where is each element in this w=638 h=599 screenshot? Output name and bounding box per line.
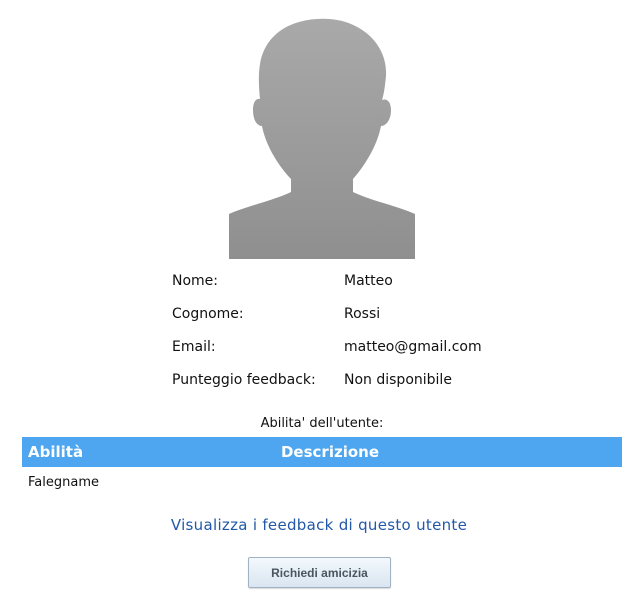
surname-label: Cognome: [172, 305, 244, 322]
feedback-score-label: Punteggio feedback: [172, 371, 316, 388]
profile-info-table: Nome: Matteo Cognome: Rossi Email: matte… [172, 264, 482, 396]
description-cell [148, 467, 622, 497]
feedback-score-value: Non disponibile [344, 371, 452, 388]
skills-caption: Abilita' dell'utente: [260, 416, 384, 431]
avatar-icon [229, 18, 415, 259]
table-row: Falegname [22, 467, 622, 497]
profile-row-feedback-score: Punteggio feedback: Non disponibile [172, 363, 482, 396]
surname-value: Rossi [344, 305, 381, 322]
profile-row-surname: Cognome: Rossi [172, 297, 482, 330]
email-value: matteo@gmail.com [344, 338, 482, 355]
name-value: Matteo [344, 272, 393, 289]
skills-column-description: Descrizione [148, 437, 622, 467]
name-label: Nome: [172, 272, 219, 289]
skill-cell: Falegname [28, 474, 99, 490]
view-feedback-link[interactable]: Visualizza i feedback di questo utente [0, 516, 638, 534]
profile-row-name: Nome: Matteo [172, 264, 482, 297]
skills-table: Abilità Descrizione Falegname [22, 437, 622, 497]
profile-row-email: Email: matteo@gmail.com [172, 330, 482, 363]
skills-header-row: Abilità Descrizione [22, 437, 622, 467]
email-label: Email: [172, 338, 216, 355]
skills-column-skill: Abilità [22, 437, 148, 467]
request-friendship-button[interactable]: Richiedi amicizia [248, 557, 391, 588]
